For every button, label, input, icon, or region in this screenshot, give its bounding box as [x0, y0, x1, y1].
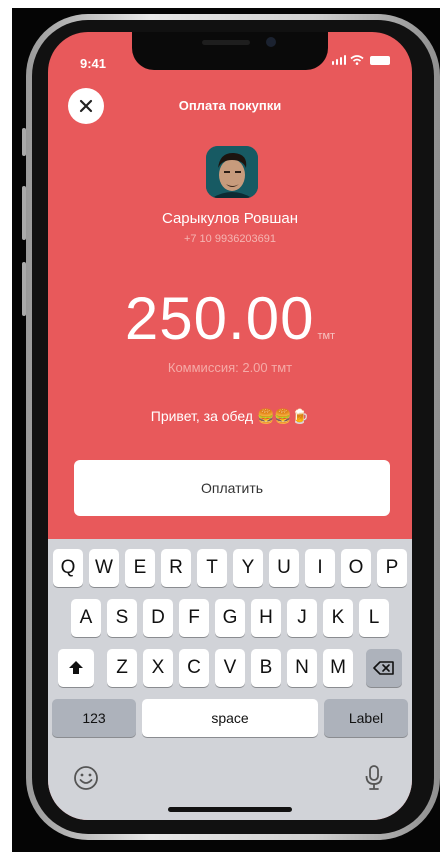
key[interactable]: J [287, 599, 317, 637]
microphone-key[interactable] [364, 764, 384, 792]
key[interactable]: N [287, 649, 317, 687]
numbers-key[interactable]: 123 [52, 699, 136, 737]
notch [132, 32, 328, 70]
key[interactable]: E [125, 549, 155, 587]
key[interactable]: X [143, 649, 173, 687]
shift-key[interactable] [58, 649, 94, 687]
key[interactable]: T [197, 549, 227, 587]
key[interactable]: L [359, 599, 389, 637]
key[interactable]: V [215, 649, 245, 687]
payment-note[interactable]: Привет, за обед 🍔🍔🍺 [48, 408, 412, 425]
key[interactable]: C [179, 649, 209, 687]
key[interactable]: F [179, 599, 209, 637]
speaker [202, 40, 250, 45]
status-icons [331, 55, 390, 65]
keyboard-row-4: 123 space Label [48, 699, 412, 737]
screen: 9:41 Оплата покупки Сарыкулов Ровшан +7 … [48, 32, 412, 820]
recipient-name: Сарыкулов Ровшан [161, 210, 299, 227]
side-button-left-3 [22, 262, 26, 316]
keyboard: QWERTYUIOP ASDFGHJKL ZXCVBNM 123 space L… [48, 539, 412, 820]
status-time: 9:41 [80, 56, 107, 71]
backspace-icon [373, 661, 394, 675]
amount-value: 250.00 [124, 285, 315, 352]
home-indicator [168, 807, 292, 812]
avatar-photo [206, 146, 258, 198]
page-title: Оплата покупки [178, 98, 282, 113]
emoji-key[interactable] [72, 764, 100, 792]
side-button-left-1 [22, 128, 26, 156]
key[interactable]: O [341, 549, 371, 587]
space-key[interactable]: space [142, 699, 318, 737]
keyboard-row-3: ZXCVBNM [48, 649, 412, 687]
key[interactable]: M [323, 649, 353, 687]
signal-icon [331, 55, 346, 65]
key[interactable]: S [107, 599, 137, 637]
key[interactable]: W [89, 549, 119, 587]
key[interactable]: D [143, 599, 173, 637]
key[interactable]: A [71, 599, 101, 637]
microphone-icon [365, 765, 383, 790]
key[interactable]: R [161, 549, 191, 587]
key[interactable]: H [251, 599, 281, 637]
emoji-icon [74, 766, 98, 790]
key[interactable]: Z [107, 649, 137, 687]
amount-display[interactable]: 250.00 тмт [48, 284, 412, 353]
currency-label: тмт [317, 330, 336, 342]
key[interactable]: K [323, 599, 353, 637]
shift-icon [69, 661, 83, 674]
battery-icon [370, 56, 390, 65]
wifi-icon [350, 55, 364, 65]
pay-button[interactable]: Оплатить [74, 460, 390, 516]
keyboard-row-2: ASDFGHJKL [48, 599, 412, 637]
key[interactable]: I [305, 549, 335, 587]
key[interactable]: B [251, 649, 281, 687]
side-button-left-2 [22, 186, 26, 240]
key[interactable]: G [215, 599, 245, 637]
keyboard-row-3-letters: ZXCVBNM [104, 649, 356, 687]
key[interactable]: U [269, 549, 299, 587]
commission-text: Коммиссия: 2.00 тмт [167, 360, 293, 375]
key[interactable]: Q [53, 549, 83, 587]
return-key[interactable]: Label [324, 699, 408, 737]
avatar [206, 146, 258, 198]
key[interactable]: P [377, 549, 407, 587]
recipient-phone: +7 10 9936203691 [183, 233, 277, 245]
backspace-key[interactable] [366, 649, 402, 687]
keyboard-row-1: QWERTYUIOP [48, 549, 412, 587]
front-camera [266, 37, 276, 47]
key[interactable]: Y [233, 549, 263, 587]
